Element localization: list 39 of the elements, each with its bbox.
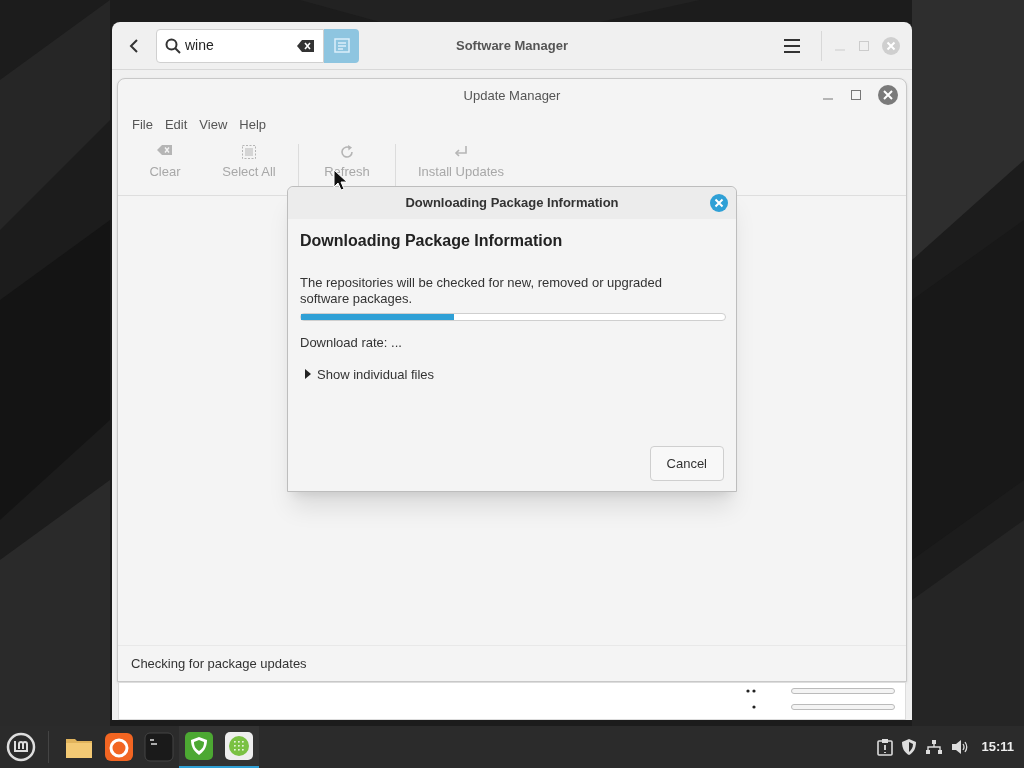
description-text: The repositories will be checked for new, removed or upgraded software packages.	[300, 275, 664, 307]
menu-item[interactable]: Help	[233, 115, 273, 135]
expander[interactable]: Show individual files	[300, 364, 435, 384]
dialog-title: Downloading Package Information	[405, 194, 619, 213]
menu-item[interactable]: File	[126, 115, 159, 135]
dialog-heading: Downloading Package Information	[300, 231, 564, 251]
taskbar-button[interactable]	[179, 726, 219, 768]
clock-text: 15:11	[981, 738, 1014, 757]
mint-logo-icon[interactable]	[6, 732, 36, 762]
shield-icon	[183, 730, 215, 762]
cancel-button[interactable]: Cancel	[649, 446, 724, 481]
volume-icon[interactable]	[951, 739, 970, 755]
refresh-icon	[339, 144, 355, 160]
network-icon[interactable]	[925, 739, 944, 755]
search-field[interactable]: wine	[156, 28, 324, 63]
close-icon[interactable]	[710, 194, 728, 212]
rating-dots-icon	[751, 704, 757, 710]
shield-icon[interactable]	[901, 738, 918, 756]
expander-arrow-icon	[303, 369, 313, 380]
list-icon	[332, 36, 351, 55]
close-icon[interactable]	[878, 85, 898, 105]
clipboard-icon[interactable]	[877, 738, 894, 756]
clear-icon[interactable]	[297, 38, 315, 53]
menu-item[interactable]: Edit	[158, 115, 194, 135]
rating-dots-icon	[745, 688, 757, 694]
taskbar-button[interactable]	[219, 726, 259, 768]
window-title: Software Manager	[456, 37, 568, 56]
search-value: wine	[185, 36, 215, 55]
search-icon	[165, 37, 181, 54]
menu-item[interactable]: View	[193, 115, 234, 135]
app-grid-icon	[223, 730, 255, 762]
select-icon	[241, 144, 257, 160]
status-text: Checking for package updates	[131, 654, 307, 673]
window-title: Update Manager	[463, 86, 561, 105]
maximize-icon[interactable]	[850, 89, 862, 101]
download-rate-text: Download rate: ...	[300, 334, 403, 352]
menu-icon[interactable]	[783, 37, 801, 54]
browser-icon	[103, 731, 135, 763]
terminal-icon	[143, 731, 175, 763]
